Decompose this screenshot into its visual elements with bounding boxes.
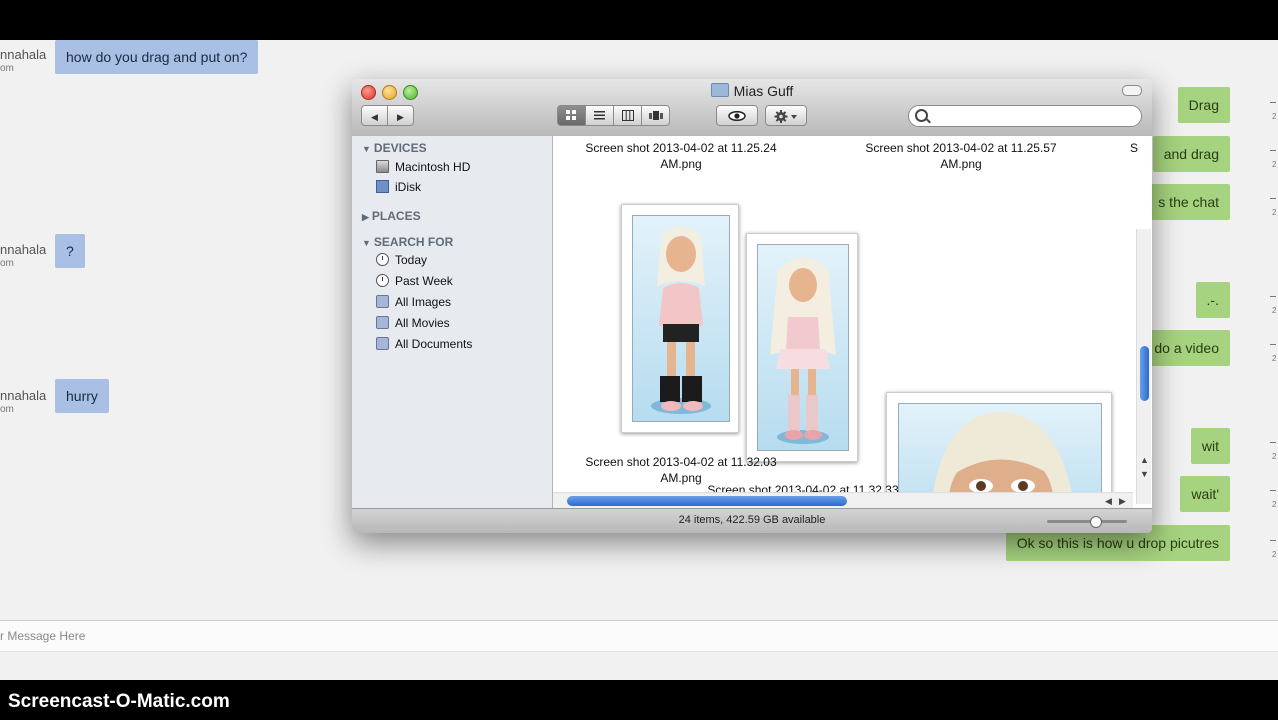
- timestamp-marker: [1270, 540, 1276, 541]
- file-name[interactable]: S: [1130, 140, 1150, 156]
- timestamp-marker: [1270, 198, 1276, 199]
- timestamp-marker: [1270, 442, 1276, 443]
- image-thumbnail[interactable]: [746, 233, 858, 462]
- gear-icon: [774, 110, 797, 123]
- sidebar-item-all-images[interactable]: All Images: [376, 293, 451, 311]
- sidebar-item-past-week[interactable]: Past Week: [376, 272, 453, 290]
- timestamp-marker: 2: [1272, 354, 1277, 363]
- hard-drive-icon: [376, 160, 389, 173]
- timestamp-marker: 2: [1272, 500, 1277, 509]
- timestamp-marker: 2: [1272, 112, 1277, 121]
- back-arrow-icon: ◀: [371, 112, 378, 122]
- toolbar-toggle-button[interactable]: [1122, 85, 1142, 96]
- grid-icon: [566, 110, 576, 120]
- sidebar-item-macintosh-hd[interactable]: Macintosh HD: [376, 158, 470, 176]
- finder-window: Mias Guff ◀ ▶ ▼ DEVICES Macintosh HD iDis…: [352, 79, 1152, 533]
- timestamp-marker: 2: [1272, 306, 1277, 315]
- scroll-left-arrow-icon[interactable]: ◀: [1105, 496, 1112, 507]
- sidebar-section-devices[interactable]: ▼ DEVICES: [362, 141, 427, 155]
- sender-name: nnahala om: [0, 388, 47, 416]
- icon-view-button[interactable]: [557, 105, 586, 126]
- horizontal-scroll-thumb[interactable]: [567, 496, 847, 506]
- timestamp-marker: 2: [1272, 208, 1277, 217]
- message-input-placeholder: r Message Here: [0, 629, 86, 643]
- sidebar-section-search-for[interactable]: ▼ SEARCH FOR: [362, 235, 453, 249]
- timestamp-marker: 2: [1272, 550, 1277, 559]
- clock-icon: [376, 253, 389, 266]
- file-name[interactable]: Screen shot 2013-04-02 at 11.25.57 AM.png: [841, 140, 1081, 172]
- scroll-up-arrow-icon[interactable]: ▲: [1140, 455, 1149, 465]
- coverflow-view-button[interactable]: [641, 105, 670, 126]
- avatar-doll-image: [770, 257, 836, 444]
- search-field[interactable]: [908, 105, 1142, 127]
- sidebar-item-all-documents[interactable]: All Documents: [376, 335, 472, 353]
- list-view-button[interactable]: [585, 105, 614, 126]
- chat-bubble-outgoing: and drag: [1152, 136, 1230, 172]
- forward-button[interactable]: ▶: [387, 105, 414, 126]
- image-thumbnail[interactable]: [621, 204, 739, 433]
- disclosure-down-icon: ▼: [362, 238, 371, 248]
- chat-bubble-outgoing: wait': [1180, 476, 1230, 512]
- avatar-doll-image: [651, 226, 711, 414]
- chat-bubble-incoming: how do you drag and put on?: [55, 40, 259, 74]
- eye-icon: [728, 110, 746, 122]
- scroll-down-arrow-icon[interactable]: ▼: [1140, 469, 1149, 479]
- icon-size-slider-knob[interactable]: [1090, 516, 1102, 528]
- smart-folder-icon: [376, 337, 389, 350]
- list-icon: [594, 111, 605, 120]
- chat-bubble-outgoing: s the chat: [1147, 184, 1230, 220]
- chat-bubble-incoming: ?: [55, 234, 85, 268]
- vertical-scroll-thumb[interactable]: [1140, 346, 1149, 401]
- file-icon-view: Screen shot 2013-04-02 at 11.25.24 AM.png…: [553, 136, 1152, 508]
- columns-icon: [621, 110, 634, 121]
- timestamp-marker: [1270, 296, 1276, 297]
- finder-sidebar: ▼ DEVICES Macintosh HD iDisk ▶ PLACES ▼ SEA…: [352, 136, 553, 508]
- horizontal-scrollbar[interactable]: ◀ ▶: [553, 492, 1133, 509]
- back-button[interactable]: ◀: [361, 105, 388, 126]
- scroll-right-arrow-icon[interactable]: ▶: [1119, 496, 1126, 507]
- idisk-icon: [376, 180, 389, 193]
- file-name[interactable]: Screen shot 2013-04-02 at 11.25.24 AM.png: [561, 140, 801, 172]
- sidebar-item-idisk[interactable]: iDisk: [376, 178, 421, 196]
- thumbnail-image: [632, 215, 730, 422]
- timestamp-marker: 2: [1272, 160, 1277, 169]
- clock-icon: [376, 274, 389, 287]
- icon-size-slider[interactable]: [1047, 516, 1127, 528]
- thumbnail-image: [757, 244, 849, 451]
- chat-bubble-incoming: hurry: [55, 379, 109, 413]
- quick-look-button[interactable]: [716, 105, 758, 126]
- top-black-bar: [0, 0, 1278, 40]
- chat-bubble-outgoing: Drag: [1177, 87, 1230, 123]
- chat-bubble-outgoing: do a video: [1143, 330, 1230, 366]
- sidebar-item-today[interactable]: Today: [376, 251, 427, 269]
- folder-icon: [710, 83, 729, 97]
- sender-name: nnahala om: [0, 47, 47, 75]
- timestamp-marker: [1270, 102, 1276, 103]
- watermark-label: Screencast-O-Matic.com: [8, 691, 230, 712]
- timestamp-marker: [1270, 490, 1276, 491]
- vertical-scrollbar[interactable]: ▲ ▼: [1136, 229, 1151, 504]
- message-input[interactable]: r Message Here: [0, 620, 1278, 652]
- status-text: 24 items, 422.59 GB available: [678, 514, 826, 526]
- smart-folder-icon: [376, 295, 389, 308]
- finder-titlebar[interactable]: Mias Guff ◀ ▶: [352, 79, 1152, 137]
- disclosure-right-icon: ▶: [362, 212, 369, 222]
- timestamp-marker: [1270, 150, 1276, 151]
- smart-folder-icon: [376, 316, 389, 329]
- forward-arrow-icon: ▶: [397, 112, 404, 122]
- window-title: Mias Guff: [352, 83, 1152, 99]
- timestamp-marker: 2: [1272, 452, 1277, 461]
- disclosure-down-icon: ▼: [362, 144, 371, 154]
- action-menu-button[interactable]: [765, 105, 807, 126]
- search-icon: [915, 109, 928, 122]
- column-view-button[interactable]: [613, 105, 642, 126]
- timestamp-marker: [1270, 344, 1276, 345]
- chat-bubble-outgoing: wit: [1190, 428, 1230, 464]
- sidebar-section-places[interactable]: ▶ PLACES: [362, 209, 421, 223]
- chat-bubble-outgoing: .-.: [1195, 282, 1230, 318]
- finder-status-bar: 24 items, 422.59 GB available: [352, 508, 1152, 533]
- coverflow-icon: [648, 111, 663, 120]
- sidebar-item-all-movies[interactable]: All Movies: [376, 314, 450, 332]
- sender-name: nnahala om: [0, 242, 47, 270]
